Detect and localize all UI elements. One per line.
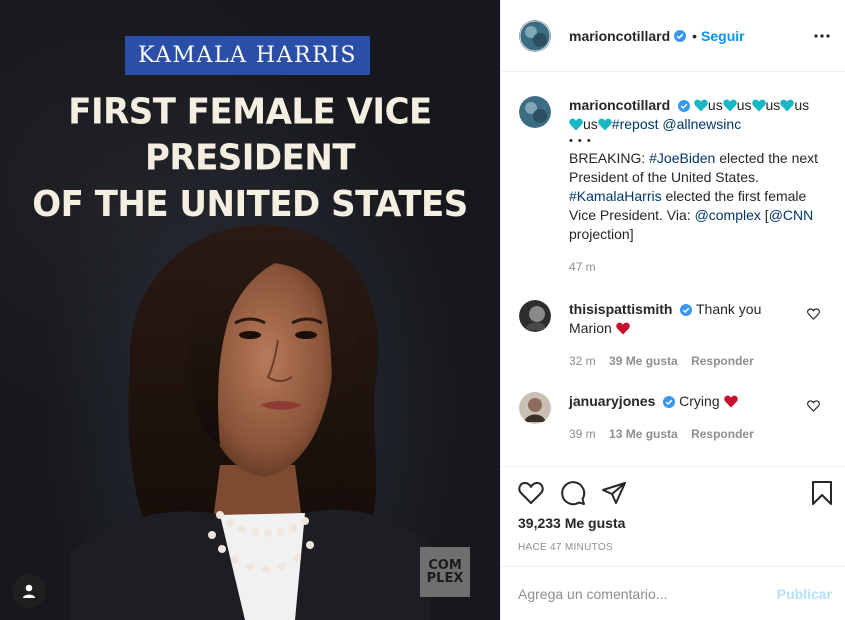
repost-hashtag[interactable]: #repost	[612, 116, 659, 132]
comment-username[interactable]: thisispattismith	[569, 301, 672, 317]
red-heart-icon	[615, 322, 630, 335]
cnn-mention[interactable]: @CNN	[769, 207, 814, 223]
heart-icon	[518, 482, 544, 504]
caption-avatar[interactable]	[519, 96, 551, 128]
complex-mention[interactable]: @complex	[695, 207, 761, 223]
like-comment-heart-icon[interactable]	[807, 308, 820, 320]
comments-list[interactable]: marioncotillard us us us us us #repost @alln…	[501, 72, 845, 466]
name-banner: KAMALA HARRIS	[125, 36, 370, 75]
comment-text: Crying	[679, 393, 720, 409]
bookmark-icon	[812, 481, 832, 505]
headline-line-1: FIRST FEMALE VICE PRESIDENT	[68, 90, 432, 179]
post-image[interactable]: KAMALA HARRIS FIRST FEMALE VICE PRESIDEN…	[0, 0, 500, 620]
add-comment-bar: Publicar	[501, 566, 845, 620]
verified-badge-icon	[674, 29, 687, 42]
tagged-users-button[interactable]	[12, 574, 46, 608]
comment-username[interactable]: januaryjones	[569, 393, 655, 409]
source-mention[interactable]: @allnewsinc	[662, 116, 741, 132]
verified-badge-icon	[663, 396, 676, 408]
teal-heart-icon	[598, 118, 612, 131]
comment-reply-button[interactable]: Responder	[691, 354, 754, 368]
comment-likes[interactable]: 39 Me gusta	[609, 354, 678, 368]
hearts-text-2: us	[736, 97, 752, 113]
header-separator: •	[692, 27, 698, 44]
comment-item: thisispattismith Thank you Marion 32 m 3…	[519, 300, 832, 371]
teal-heart-icon	[694, 99, 708, 112]
teal-heart-icon	[722, 99, 737, 112]
comment-bubble-icon	[561, 481, 586, 506]
comment-body: thisispattismith Thank you Marion 32 m 3…	[569, 300, 832, 371]
save-button[interactable]	[808, 479, 836, 507]
caption-text-1: BREAKING:	[569, 150, 650, 166]
hearts-text-5: us	[583, 116, 598, 132]
like-button[interactable]	[517, 479, 545, 507]
comment-avatar[interactable]	[519, 300, 551, 332]
likes-count[interactable]: 39,233 Me gusta	[518, 515, 625, 531]
author-avatar[interactable]	[519, 19, 551, 52]
post-header: marioncotillard • Seguir	[501, 0, 845, 72]
complex-logo: COM PLEX	[420, 547, 470, 597]
comment-time[interactable]: 32 m	[569, 354, 596, 368]
comment-time[interactable]: 39 m	[569, 427, 596, 441]
caption-timestamp[interactable]: 47 m	[569, 260, 596, 274]
share-button[interactable]	[600, 479, 628, 507]
like-comment-heart-icon[interactable]	[807, 400, 820, 412]
teal-heart-icon	[751, 99, 766, 112]
more-options-button[interactable]	[810, 24, 834, 48]
teal-heart-icon	[569, 118, 583, 131]
more-horizontal-icon	[814, 34, 830, 38]
name-banner-text: KAMALA HARRIS	[138, 43, 357, 68]
hearts-text-4: us	[794, 97, 810, 113]
comment-input[interactable]	[518, 585, 777, 602]
caption-text-4: [	[760, 207, 769, 223]
hearts-text-1: us	[707, 97, 723, 113]
kamalaharris-hashtag[interactable]: #KamalaHarris	[569, 188, 662, 204]
post-details-panel: marioncotillard • Seguir marioncotillard…	[500, 0, 845, 620]
complex-logo-line-2: PLEX	[426, 571, 464, 586]
verified-badge-icon	[680, 304, 693, 316]
caption: marioncotillard us us us us us #repost @alln…	[519, 96, 832, 277]
comment-avatar[interactable]	[519, 392, 551, 424]
user-icon	[23, 584, 35, 598]
comment-reply-button[interactable]: Responder	[691, 427, 754, 441]
publish-button[interactable]: Publicar	[777, 586, 832, 602]
joebiden-hashtag[interactable]: #JoeBiden	[649, 150, 715, 166]
portrait-photo	[70, 224, 430, 620]
caption-time: 47 m	[569, 258, 832, 277]
caption-dots: • • •	[569, 135, 592, 147]
comment-body: januaryjones Crying 39 m 13 Me gusta Res…	[569, 392, 832, 444]
hearts-text-3: us	[765, 97, 781, 113]
follow-button[interactable]: Seguir	[701, 28, 745, 44]
teal-heart-icon	[780, 99, 795, 112]
caption-text-5: projection]	[569, 226, 634, 242]
caption-username[interactable]: marioncotillard	[569, 97, 670, 113]
caption-body: marioncotillard us us us us us #repost @alln…	[569, 96, 832, 277]
send-icon	[602, 482, 626, 504]
comment-meta: 39 m 13 Me gusta Responder	[569, 425, 808, 444]
post-time-ago[interactable]: HACE 47 MINUTOS	[518, 542, 613, 553]
red-heart-icon	[723, 395, 738, 408]
comment-item: januaryjones Crying 39 m 13 Me gusta Res…	[519, 392, 832, 444]
comment-meta: 32 m 39 Me gusta Responder	[569, 352, 808, 371]
post-actions: 39,233 Me gusta HACE 47 MINUTOS	[501, 466, 845, 566]
author-username[interactable]: marioncotillard	[569, 28, 670, 44]
headline: FIRST FEMALE VICE PRESIDENT OF THE UNITE…	[20, 89, 480, 228]
verified-badge-icon	[678, 100, 691, 112]
comment-likes[interactable]: 13 Me gusta	[609, 427, 678, 441]
comment-button[interactable]	[559, 479, 587, 507]
